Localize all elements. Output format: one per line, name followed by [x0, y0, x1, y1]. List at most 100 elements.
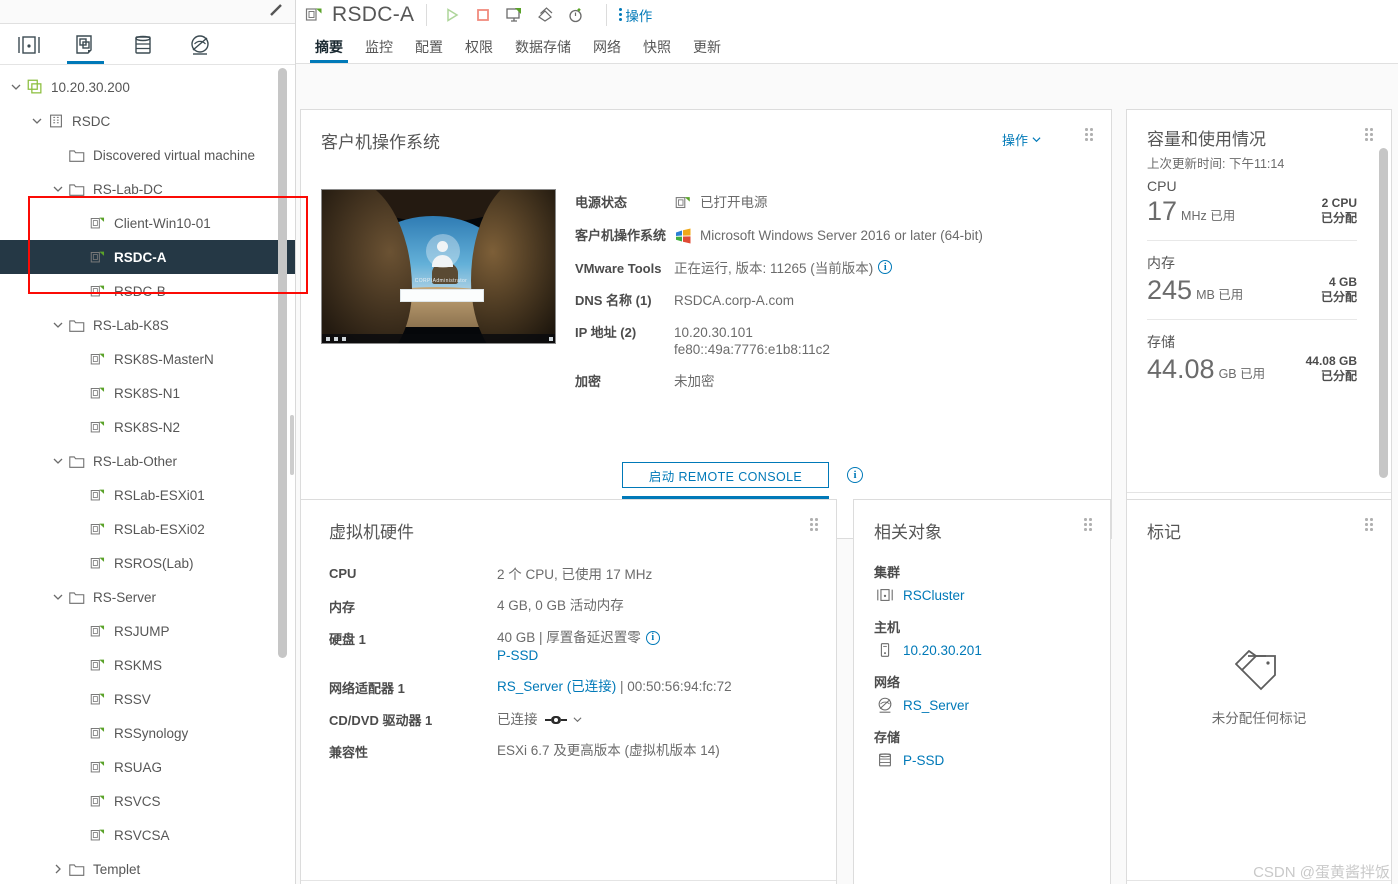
- console-thumbnail[interactable]: CORP\Administrator: [321, 189, 556, 344]
- chevron-down-icon[interactable]: [50, 181, 66, 197]
- chevron-down-icon[interactable]: [29, 113, 45, 129]
- chevron-right-icon[interactable]: [50, 861, 66, 877]
- related-cluster-link[interactable]: RSCluster: [903, 588, 965, 603]
- power-state-value: 已打开电源: [700, 195, 768, 210]
- tab-4[interactable]: 数据存储: [504, 30, 582, 63]
- hosts-clusters-icon: [17, 35, 40, 54]
- tree-item-rslab-esxi02[interactable]: RSLab-ESXi02: [0, 512, 295, 546]
- cpu-allocated-value: 2 CPU: [1321, 196, 1357, 210]
- tab-5[interactable]: 网络: [582, 30, 632, 63]
- tree-item-rsdc[interactable]: RSDC: [0, 104, 295, 138]
- hw-disk-datastore-link[interactable]: P-SSD: [497, 648, 538, 663]
- tree-item-rsdc-b[interactable]: RSDC-B: [0, 274, 295, 308]
- related-storage-item[interactable]: P-SSD: [876, 751, 1096, 769]
- tree-item-rs-lab-other[interactable]: RS-Lab-Other: [0, 444, 295, 478]
- tab-0[interactable]: 摘要: [304, 30, 354, 63]
- migrate-icon[interactable]: [532, 3, 558, 27]
- tree-item-rsk8s-mastern[interactable]: RSK8S-MasterN: [0, 342, 295, 376]
- guest-os-detail-row: IP 地址 (2) 10.20.30.101 fe80::49a:7776:e1…: [575, 324, 1095, 358]
- vm-on-icon: [90, 285, 105, 297]
- chevron-down-icon[interactable]: [50, 589, 66, 605]
- chevron-down-icon[interactable]: [50, 317, 66, 333]
- related-network-item[interactable]: RS_Server: [876, 696, 1096, 714]
- guest-os-detail-row: VMware Tools 正在运行, 版本: 11265 (当前版本) i: [575, 260, 1095, 277]
- inventory-inner-scrollbar[interactable]: [290, 415, 294, 475]
- tree-item-rssv[interactable]: RSSV: [0, 682, 295, 716]
- tree-item-rs-lab-dc[interactable]: RS-Lab-DC: [0, 172, 295, 206]
- capacity-card-scrollbar[interactable]: [1379, 148, 1388, 478]
- tree-item-rsvcs[interactable]: RSVCS: [0, 784, 295, 818]
- tree-item-rs-server[interactable]: RS-Server: [0, 580, 295, 614]
- hardware-rows: CPU 2 个 CPU, 已使用 17 MHz 内存 4 GB, 0 GB 活动…: [329, 566, 818, 774]
- chevron-down-icon[interactable]: [8, 79, 24, 95]
- launch-remote-console-button[interactable]: 启动 REMOTE CONSOLE: [622, 462, 829, 488]
- tab-3[interactable]: 权限: [454, 30, 504, 63]
- card-drag-handle[interactable]: [1365, 518, 1377, 531]
- chevron-down-icon: [1032, 137, 1041, 143]
- launch-console-icon[interactable]: [501, 3, 527, 27]
- card-drag-handle[interactable]: [1085, 128, 1097, 141]
- tab-6[interactable]: 快照: [632, 30, 682, 63]
- tree-item-label: RSUAG: [114, 759, 163, 775]
- card-drag-handle[interactable]: [1084, 518, 1096, 531]
- sidebar-item-hosts-clusters[interactable]: [0, 25, 57, 64]
- tree-item-rsvcsa[interactable]: RSVCSA: [0, 818, 295, 852]
- tree-item-label: RSK8S-N2: [114, 419, 181, 435]
- related-network-link[interactable]: RS_Server: [903, 698, 969, 713]
- inventory-panel: 10.20.30.200 RSDC Discovered virtual machi…: [0, 0, 296, 884]
- sidebar-item-networking[interactable]: [171, 25, 228, 64]
- related-host-link[interactable]: 10.20.30.201: [903, 643, 982, 658]
- related-objects-card-title: 相关对象: [874, 523, 942, 542]
- tree-item-rssynology[interactable]: RSSynology: [0, 716, 295, 750]
- related-host-item[interactable]: 10.20.30.201: [876, 641, 1096, 659]
- inventory-tree[interactable]: 10.20.30.200 RSDC Discovered virtual machi…: [0, 66, 295, 884]
- tab-2[interactable]: 配置: [404, 30, 454, 63]
- tree-item-rsros-lab[interactable]: RSROS(Lab): [0, 546, 295, 580]
- power-off-icon[interactable]: [470, 3, 496, 27]
- object-tabs[interactable]: 摘要 监控 配置 权限 数据存储 网络 快照 更新: [296, 30, 1398, 64]
- ip-address-label: IP 地址 (2): [575, 325, 637, 340]
- power-on-icon[interactable]: [439, 3, 465, 27]
- chevron-down-icon[interactable]: [50, 453, 66, 469]
- storage-used-unit: GB 已用: [1218, 367, 1266, 381]
- tree-item-rsk8s-n2[interactable]: RSK8S-N2: [0, 410, 295, 444]
- tree-item-discovered-virtual-machine[interactable]: Discovered virtual machine: [0, 138, 295, 172]
- tree-item-templet[interactable]: Templet: [0, 852, 295, 884]
- remote-console-info-icon[interactable]: i: [847, 467, 863, 483]
- actions-menu-button[interactable]: 操作: [619, 5, 652, 25]
- tree-item-client-win10-01[interactable]: Client-Win10-01: [0, 206, 295, 240]
- tree-item-rsdc-a[interactable]: RSDC-A: [0, 240, 295, 274]
- tree-item-rsk8s-n1[interactable]: RSK8S-N1: [0, 376, 295, 410]
- info-icon[interactable]: i: [878, 260, 893, 274]
- tree-item-rsjump[interactable]: RSJUMP: [0, 614, 295, 648]
- tree-item-10-20-30-200[interactable]: 10.20.30.200: [0, 70, 295, 104]
- object-header: RSDC-A 操作: [296, 0, 1398, 30]
- sidebar-item-storage[interactable]: [114, 25, 171, 64]
- tree-item-label: RSLab-ESXi02: [114, 521, 205, 537]
- collapse-arrow-icon[interactable]: [268, 2, 284, 18]
- hardware-row-memory: 内存 4 GB, 0 GB 活动内存: [329, 597, 818, 616]
- tags-empty-text: 未分配任何标记: [1211, 711, 1307, 726]
- tree-item-rskms[interactable]: RSKMS: [0, 648, 295, 682]
- inventory-scrollbar[interactable]: [278, 68, 287, 658]
- tab-7[interactable]: 更新: [682, 30, 732, 63]
- card-drag-handle[interactable]: [1365, 128, 1377, 141]
- related-cluster-item[interactable]: RSCluster: [876, 586, 1096, 604]
- tree-item-rs-lab-k8s[interactable]: RS-Lab-K8S: [0, 308, 295, 342]
- tree-item-rslab-esxi01[interactable]: RSLab-ESXi01: [0, 478, 295, 512]
- tab-1[interactable]: 监控: [354, 30, 404, 63]
- hw-nic-network-link[interactable]: RS_Server (已连接): [497, 679, 616, 694]
- related-storage-link[interactable]: P-SSD: [903, 753, 944, 768]
- card-drag-handle[interactable]: [810, 518, 822, 531]
- sidebar-item-vms-templates[interactable]: [57, 25, 114, 64]
- info-icon[interactable]: i: [645, 631, 660, 645]
- guest-os-card-title: 客户机操作系统: [321, 133, 440, 152]
- snapshot-icon[interactable]: [563, 3, 589, 27]
- connector-icon: [544, 715, 567, 724]
- cddvd-connect-toggle[interactable]: [544, 714, 582, 726]
- tree-item-rsuag[interactable]: RSUAG: [0, 750, 295, 784]
- guest-os-detail-row: 客户机操作系统 Microsoft Windows Server 2016 or…: [575, 227, 1095, 245]
- guest-os-actions-button[interactable]: 操作: [1002, 130, 1041, 149]
- hw-cddvd-value: 已连接: [497, 711, 538, 727]
